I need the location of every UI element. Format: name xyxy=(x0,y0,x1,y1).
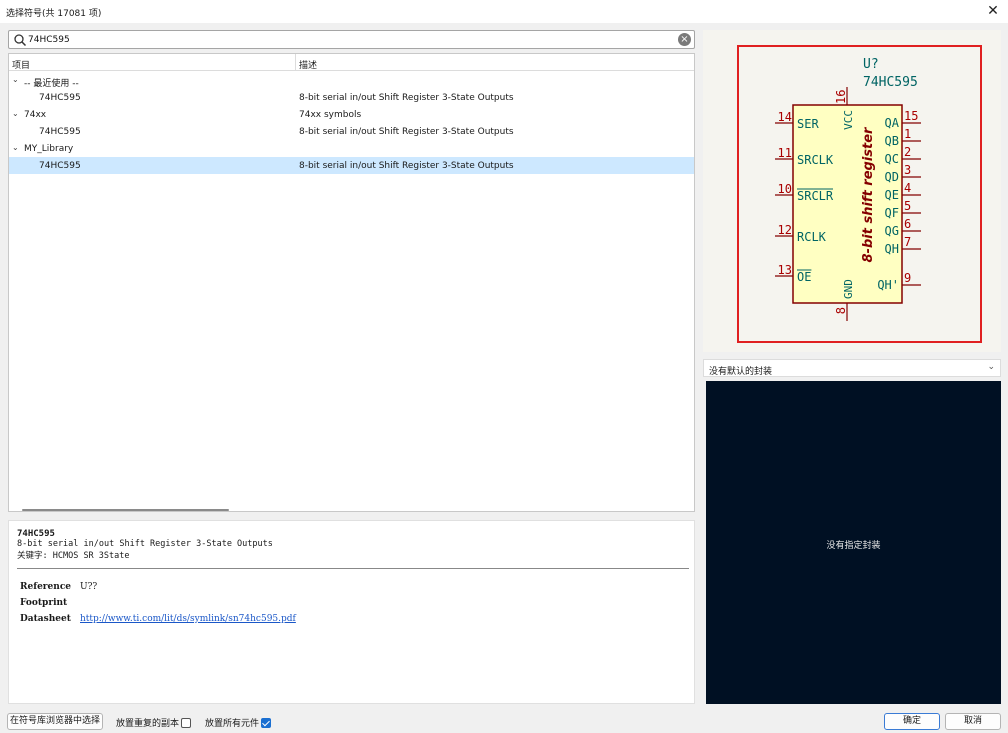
tree-item-name: 74HC595 xyxy=(39,161,81,171)
reference-value: U?? xyxy=(80,582,98,592)
place-duplicates-checkbox[interactable] xyxy=(181,718,192,728)
tree-item-description: 74xx symbols xyxy=(299,110,362,120)
pin-name: QF xyxy=(885,206,899,220)
tree-item-name: 74HC595 xyxy=(39,93,81,103)
info-keywords: 关键字: HCMOS SR 3State xyxy=(17,551,130,561)
footprint-select[interactable]: 没有默认的封装 ⌄ xyxy=(703,359,1001,377)
tree-item-description: 8-bit serial in/out Shift Register 3-Sta… xyxy=(299,93,514,103)
symbol-info-panel: 74HC595 8-bit serial in/out Shift Regist… xyxy=(8,520,695,704)
symbol-reference: U? xyxy=(863,57,879,72)
chevron-down-icon[interactable]: ⌄ xyxy=(12,109,19,118)
ok-button[interactable]: 确定 xyxy=(884,713,940,730)
clear-search-icon[interactable]: × xyxy=(678,33,691,46)
close-icon[interactable]: ✕ xyxy=(984,2,1002,20)
datasheet-field: Datasheet http://www.ti.com/lit/ds/symlin… xyxy=(20,614,296,624)
tree-item-description: 8-bit serial in/out Shift Register 3-Sta… xyxy=(299,127,514,137)
pin-number: 15 xyxy=(904,109,918,123)
horizontal-scrollbar[interactable] xyxy=(22,509,229,511)
tree-item-row[interactable]: 74HC595 8-bit serial in/out Shift Registe… xyxy=(9,89,694,106)
symbol-canvas: U?74HC59514 SER11 SRCLK10 SRCLR12 RCLK13 OE15… xyxy=(737,45,982,343)
search-icon xyxy=(14,34,27,47)
reference-label: Reference xyxy=(20,582,72,592)
footprint-select-value: 没有默认的封装 xyxy=(709,367,773,377)
place-all-checkbox[interactable] xyxy=(261,718,272,728)
pin-number: 8 xyxy=(834,307,848,314)
symbol-value: 74HC595 xyxy=(863,75,918,90)
tree-item-row[interactable]: 74HC595 8-bit serial in/out Shift Registe… xyxy=(9,157,694,174)
pin-number: 5 xyxy=(904,199,911,213)
chevron-down-icon: ⌄ xyxy=(987,362,995,372)
info-symbol-name: 74HC595 xyxy=(17,529,55,539)
pin-name: OE xyxy=(797,270,811,284)
pin-number: 16 xyxy=(834,90,848,104)
footprint-label: Footprint xyxy=(20,598,68,608)
pin-number: 4 xyxy=(904,181,911,195)
pin-number: 2 xyxy=(904,145,911,159)
reference-field: Reference U?? xyxy=(20,582,97,592)
tree-item-description: 8-bit serial in/out Shift Register 3-Sta… xyxy=(299,161,514,171)
pin-number: 3 xyxy=(904,163,911,177)
place-all-label: 放置所有元件 xyxy=(205,719,260,729)
pin-number: 1 xyxy=(904,127,911,141)
divider xyxy=(17,568,689,569)
search-input[interactable] xyxy=(28,32,668,47)
window-title: 选择符号(共 17081 项) xyxy=(6,9,102,19)
tree-group-row[interactable]: ⌄ 74xx 74xx symbols xyxy=(9,106,694,123)
pin-name: QC xyxy=(885,152,899,166)
info-description: 8-bit serial in/out Shift Register 3-Sta… xyxy=(17,539,273,549)
datasheet-link[interactable]: http://www.ti.com/lit/ds/symlink/sn74hc5… xyxy=(80,614,296,624)
pin-name: GND xyxy=(842,279,855,299)
tree-group-row[interactable]: ⌄ MY_Library xyxy=(9,140,694,157)
pin-name: QE xyxy=(885,188,899,202)
pin-number: 14 xyxy=(778,110,792,124)
pin-name: QA xyxy=(885,116,900,130)
pin-name: VCC xyxy=(842,110,855,130)
footprint-preview: 没有指定封装 xyxy=(706,381,1001,704)
chevron-down-icon[interactable]: ⌄ xyxy=(12,143,19,152)
tree-item-name: MY_Library xyxy=(24,144,74,154)
column-header-description[interactable]: 描述 xyxy=(299,58,317,71)
pin-name: QD xyxy=(885,170,899,184)
symbol-tree[interactable]: 项目 描述 ⌄ -- 最近使用 -- 74HC595 8-bit serial in/… xyxy=(8,53,695,512)
column-separator[interactable] xyxy=(295,54,296,71)
symbol-body-text: 8-bit shift register xyxy=(861,126,876,263)
search-box[interactable]: × xyxy=(8,30,695,49)
tree-item-name: 74HC595 xyxy=(39,127,81,137)
pin-number: 12 xyxy=(778,223,792,237)
tree-item-row[interactable]: 74HC595 8-bit serial in/out Shift Registe… xyxy=(9,123,694,140)
pin-name: QH xyxy=(885,242,899,256)
cancel-button[interactable]: 取消 xyxy=(945,713,1001,730)
footprint-field: Footprint xyxy=(20,598,80,608)
pin-number: 7 xyxy=(904,235,911,249)
pin-number: 11 xyxy=(778,146,792,160)
pin-number: 10 xyxy=(778,182,792,196)
tree-item-name: 74xx xyxy=(24,110,47,120)
no-footprint-message: 没有指定封装 xyxy=(826,541,881,551)
pin-name: SRCLK xyxy=(797,153,834,167)
symbol-preview: U? 74HC595 14 SER 11 SRCLK 10 SRCLR 12 RCLK 13 OE 15… xyxy=(703,30,1001,352)
datasheet-label: Datasheet xyxy=(20,614,71,624)
tree-group-row[interactable]: ⌄ -- 最近使用 -- xyxy=(9,72,694,89)
place-duplicates-label: 放置重复的副本 xyxy=(116,719,180,729)
pin-name: QH' xyxy=(877,278,899,292)
pin-name: QB xyxy=(885,134,899,148)
column-header-item[interactable]: 项目 xyxy=(12,58,30,71)
pin-number: 6 xyxy=(904,217,911,231)
pin-number: 13 xyxy=(778,263,792,277)
pin-name: RCLK xyxy=(797,230,827,244)
pin-name: SER xyxy=(797,117,819,131)
tree-item-name: -- 最近使用 -- xyxy=(24,79,79,89)
tree-header: 项目 描述 xyxy=(9,54,694,71)
pin-number: 9 xyxy=(904,271,911,285)
browse-library-button[interactable]: 在符号库浏览器中选择 xyxy=(7,713,103,730)
place-all-option: 放置所有元件 xyxy=(205,716,272,729)
pin-name: QG xyxy=(885,224,899,238)
pin-name: SRCLR xyxy=(797,189,834,203)
place-duplicates-option: 放置重复的副本 xyxy=(116,716,192,729)
chevron-down-icon[interactable]: ⌄ xyxy=(12,75,19,84)
title-bar: 选择符号(共 17081 项) ✕ xyxy=(0,0,1008,23)
